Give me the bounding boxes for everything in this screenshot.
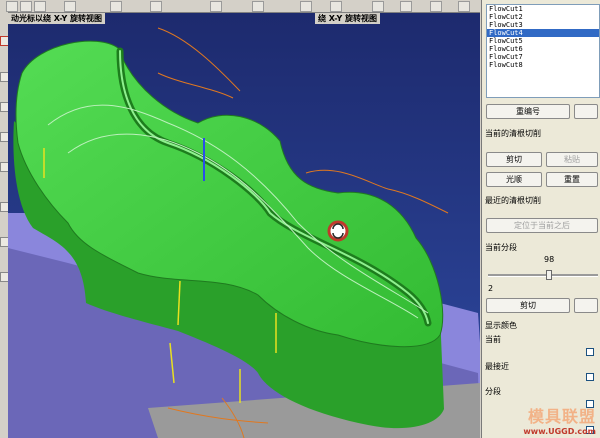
color-segment-label: 分段 [485, 387, 501, 396]
smooth-button[interactable]: 光顺 [486, 172, 542, 187]
viewport-title-left: 动光标以绕 X-Y 旋转视图 [8, 13, 106, 24]
slider-thumb[interactable] [546, 270, 552, 280]
flowcut-list-item[interactable]: FlowCut6 [487, 45, 599, 53]
tool-icon[interactable] [400, 1, 412, 12]
flowcut-list-item[interactable]: FlowCut3 [487, 21, 599, 29]
rotate-cursor-icon [327, 220, 349, 242]
tool-icon[interactable] [252, 1, 264, 12]
cut-button[interactable]: 剪切 [486, 152, 542, 167]
display-color-label: 显示颜色 [485, 321, 517, 330]
flowcut-list-item[interactable]: FlowCut4 [487, 29, 599, 37]
place-after-button[interactable]: 定位于当前之后 [486, 218, 598, 233]
tool-icon[interactable] [64, 1, 76, 12]
tool-icon[interactable] [330, 1, 342, 12]
flowcut-list-item[interactable]: FlowCut8 [487, 61, 599, 69]
flowcut-list[interactable]: FlowCut1 FlowCut2 FlowCut3 FlowCut4 FlowCut5… [486, 4, 600, 98]
paste-button[interactable]: 粘贴 [546, 152, 598, 167]
graphics-viewport[interactable]: 动光标以绕 X-Y 旋转视图 绕 X-Y 旋转视图 [8, 13, 480, 438]
tool-icon[interactable] [458, 1, 470, 12]
flowcut-list-item[interactable]: FlowCut5 [487, 37, 599, 45]
flowcut-panel: FlowCut1 FlowCut2 FlowCut3 FlowCut4 FlowCut5… [481, 0, 600, 438]
renumber-button[interactable]: 重编号 [486, 104, 570, 119]
segment-label: 当前分段 [485, 243, 517, 252]
watermark-url: www.UGGD.com [523, 427, 596, 436]
viewport-title-right: 绕 X-Y 旋转视图 [315, 13, 381, 24]
tool-icon[interactable] [430, 1, 442, 12]
tool-icon[interactable] [210, 1, 222, 12]
slider-min: 2 [488, 284, 494, 293]
tool-icon[interactable] [20, 1, 32, 12]
reset-button[interactable]: 重置 [546, 172, 598, 187]
tool-icon[interactable] [150, 1, 162, 12]
slider-value: 98 [544, 255, 555, 264]
tool-icon[interactable] [34, 1, 46, 12]
current-cut-label: 当前的清根切削 [485, 129, 541, 138]
segment-slider[interactable] [488, 270, 598, 280]
watermark-name: 模具联盟 [527, 407, 596, 426]
slider-track [488, 274, 598, 277]
color-recent-label: 最接近 [485, 362, 509, 371]
top-toolbar [0, 0, 480, 13]
tool-icon[interactable] [6, 1, 18, 12]
tool-icon[interactable] [110, 1, 122, 12]
part-model[interactable] [8, 13, 480, 438]
watermark: 模具联盟 www.UGGD.com [523, 403, 596, 436]
flowcut-list-item[interactable]: FlowCut1 [487, 5, 599, 13]
color-current-checkbox[interactable] [586, 348, 594, 356]
segment-extra-button[interactable] [574, 298, 598, 313]
color-current-label: 当前 [485, 335, 501, 344]
flowcut-list-item[interactable]: FlowCut7 [487, 53, 599, 61]
tool-icon[interactable] [300, 1, 312, 12]
tool-icon[interactable] [372, 1, 384, 12]
segment-cut-button[interactable]: 剪切 [486, 298, 570, 313]
flowcut-list-item[interactable]: FlowCut2 [487, 13, 599, 21]
extra-button[interactable] [574, 104, 598, 119]
color-recent-checkbox[interactable] [586, 373, 594, 381]
recent-cut-label: 最近的清根切削 [485, 196, 541, 205]
